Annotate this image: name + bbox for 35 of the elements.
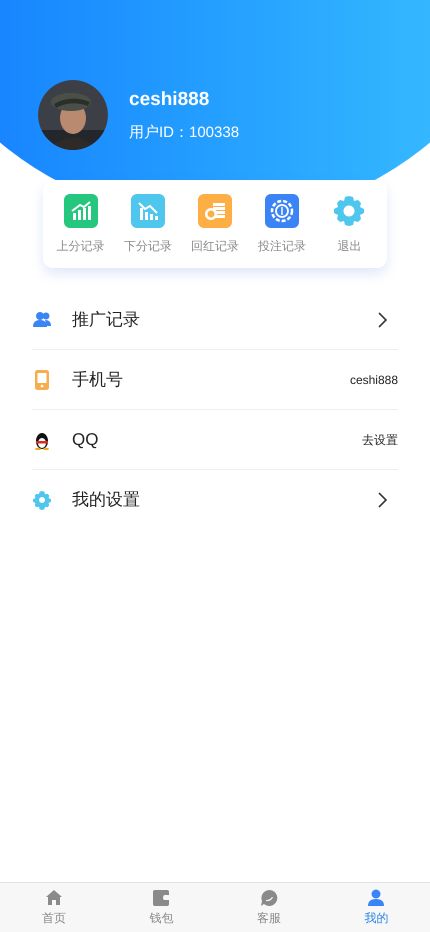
menu-item[interactable]: QQ 去设置 bbox=[32, 410, 398, 470]
chart-up-icon bbox=[64, 194, 98, 228]
quick-action-button[interactable]: 投注记录 bbox=[251, 194, 314, 254]
users-icon bbox=[32, 310, 52, 330]
quick-action-button[interactable]: 退出 bbox=[318, 194, 380, 254]
user-id: 用户ID：100338 bbox=[129, 122, 240, 142]
phone-icon bbox=[32, 370, 52, 390]
chart-down-icon bbox=[130, 194, 165, 228]
menu-item[interactable]: 推广记录 bbox=[32, 290, 398, 350]
coin-icon bbox=[265, 194, 300, 228]
quick-action-button[interactable]: 回红记录 bbox=[184, 194, 246, 254]
wallet-icon bbox=[152, 888, 170, 906]
quick-action-button[interactable]: 下分记录 bbox=[116, 194, 179, 254]
coins-icon bbox=[198, 194, 232, 228]
home-icon bbox=[44, 888, 63, 906]
tab[interactable]: 首页 bbox=[0, 883, 108, 932]
user-icon bbox=[367, 888, 386, 906]
menu-item[interactable]: 手机号 ceshi888 bbox=[32, 350, 398, 410]
menu-label: 手机号 bbox=[72, 368, 124, 391]
username: ceshi888 bbox=[129, 88, 210, 112]
menu-item[interactable]: 我的设置 bbox=[32, 470, 398, 530]
tab[interactable]: 客服 bbox=[215, 883, 322, 932]
settings-icon bbox=[32, 490, 52, 510]
menu-label: QQ bbox=[72, 428, 100, 451]
menu-value: ceshi888 bbox=[350, 372, 398, 388]
tab[interactable]: 我的 bbox=[322, 883, 430, 932]
quick-action-button[interactable]: 上分记录 bbox=[50, 194, 112, 254]
tab[interactable]: 钱包 bbox=[108, 883, 215, 932]
settings-icon bbox=[332, 194, 366, 228]
chevron-right-icon bbox=[378, 492, 388, 508]
chat-icon bbox=[260, 888, 278, 906]
menu-label: 我的设置 bbox=[72, 489, 141, 512]
chevron-right-icon bbox=[378, 312, 388, 328]
menu-label: 推广记录 bbox=[72, 308, 141, 331]
menu-value: 去设置 bbox=[362, 432, 398, 448]
